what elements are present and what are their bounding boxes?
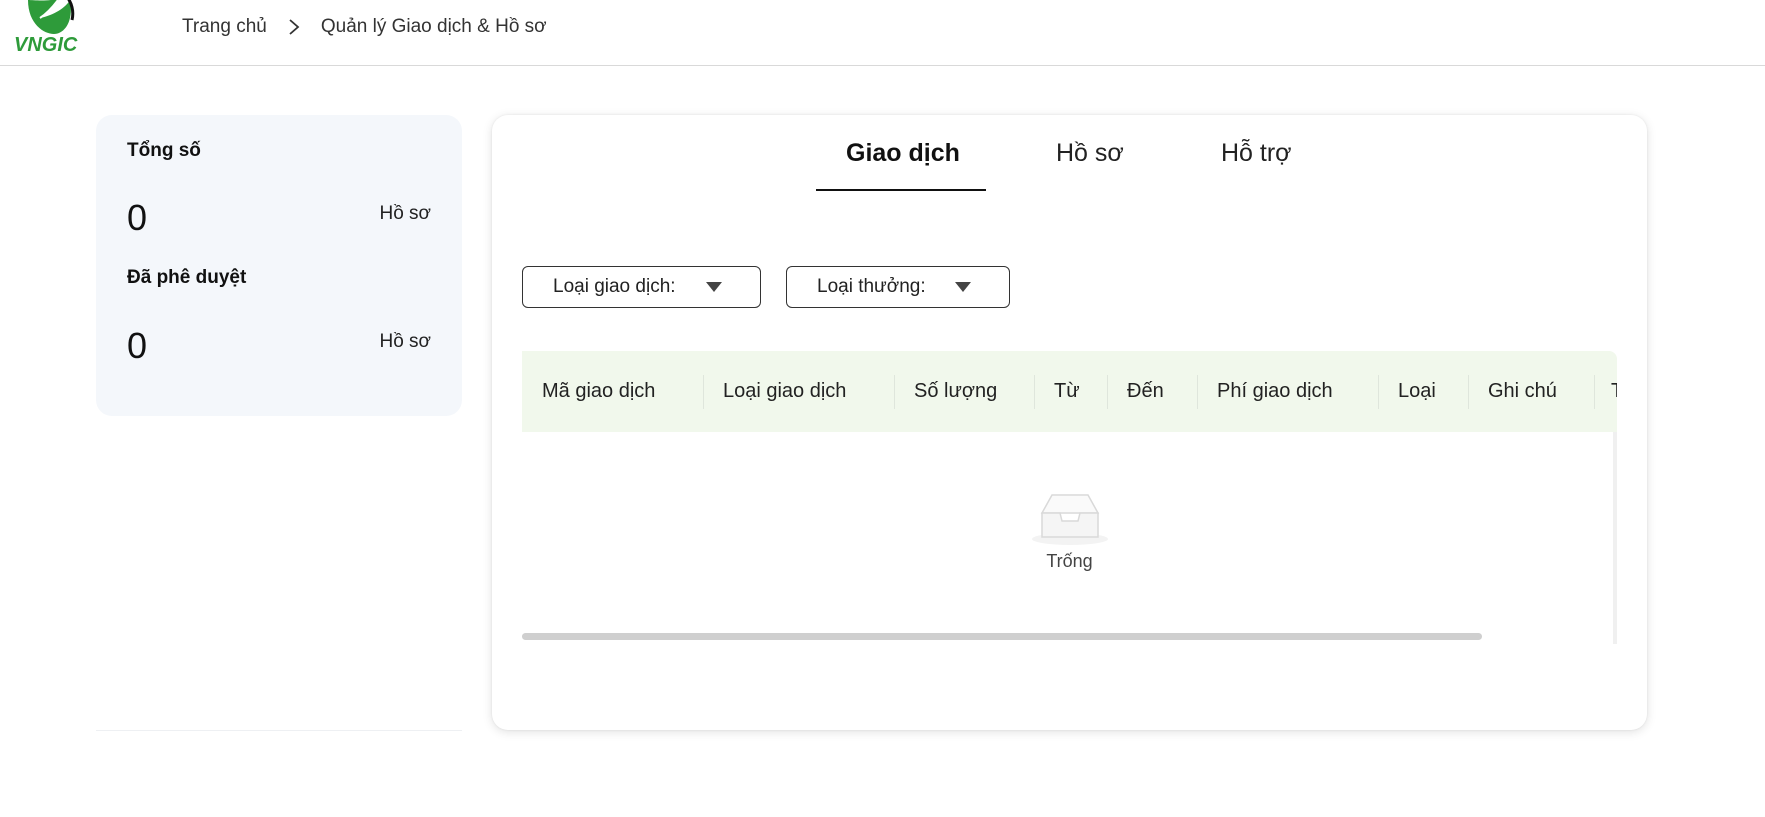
- chevron-right-icon: [287, 17, 301, 37]
- column-divider: [1107, 375, 1108, 409]
- transaction-type-label: Loại giao dịch:: [553, 276, 676, 297]
- column-divider: [1034, 375, 1035, 409]
- reward-type-select[interactable]: Loại thưởng:: [786, 266, 1010, 308]
- empty-inbox-icon: [1032, 494, 1108, 545]
- column-divider: [1594, 375, 1595, 409]
- column-header: T: [1611, 351, 1617, 432]
- column-divider: [1378, 375, 1379, 409]
- caret-down-icon: [706, 282, 722, 292]
- breadcrumb-current: Quản lý Giao dịch & Hồ sơ: [320, 16, 547, 37]
- transactions-table: Mã giao dịch Loại giao dịch Số lượng Từ …: [522, 351, 1617, 644]
- table-header: Mã giao dịch Loại giao dịch Số lượng Từ …: [522, 351, 1617, 432]
- approved-value: 0: [127, 325, 148, 366]
- leaf-logo-icon: [28, 0, 75, 34]
- reward-type-label: Loại thưởng:: [817, 276, 926, 297]
- divider: [96, 730, 462, 731]
- column-header: Loại: [1398, 380, 1436, 402]
- column-header: Phí giao dịch: [1217, 380, 1333, 402]
- total-value: 0: [127, 197, 148, 238]
- vngic-logo[interactable]: VNGIC: [10, 0, 90, 64]
- approved-label: Đã phê duyệt: [127, 267, 247, 288]
- column-header: Ghi chú: [1488, 380, 1557, 402]
- breadcrumb: Trang chủ Quản lý Giao dịch & Hồ sơ: [182, 16, 547, 38]
- column-divider: [894, 375, 895, 409]
- tab-ho-tro[interactable]: Hỗ trợ: [1221, 139, 1292, 168]
- caret-down-icon: [955, 282, 971, 292]
- column-header: Đến: [1127, 380, 1164, 402]
- column-header: Từ: [1054, 380, 1080, 402]
- breadcrumb-home[interactable]: Trang chủ: [182, 16, 267, 38]
- tab-bar: Giao dịch Hồ sơ Hỗ trợ: [492, 115, 1647, 195]
- logo-text: VNGIC: [14, 34, 78, 56]
- total-unit: Hồ sơ: [379, 203, 431, 224]
- tab-giao-dich[interactable]: Giao dịch: [846, 139, 960, 168]
- empty-state-text: Trống: [1046, 551, 1093, 571]
- approved-unit: Hồ sơ: [379, 331, 431, 352]
- main-panel: Giao dịch Hồ sơ Hỗ trợ Loại giao dịch: L…: [492, 115, 1647, 730]
- table-right-edge: [1613, 432, 1617, 644]
- column-divider: [1468, 375, 1469, 409]
- column-header: Loại giao dịch: [723, 380, 847, 402]
- total-label: Tổng số: [127, 140, 201, 161]
- tab-ho-so[interactable]: Hồ sơ: [1056, 139, 1124, 168]
- active-tab-indicator: [816, 189, 986, 191]
- column-header: Số lượng: [914, 380, 998, 402]
- horizontal-scrollbar[interactable]: [522, 633, 1482, 640]
- column-divider: [1197, 375, 1198, 409]
- transaction-type-select[interactable]: Loại giao dịch:: [522, 266, 761, 308]
- column-divider: [703, 375, 704, 409]
- top-header: VNGIC Trang chủ Quản lý Giao dịch & Hồ s…: [0, 0, 1765, 66]
- summary-card: Tổng số 0 Hồ sơ Đã phê duyệt 0 Hồ sơ: [96, 115, 462, 416]
- column-header: Mã giao dịch: [542, 380, 656, 402]
